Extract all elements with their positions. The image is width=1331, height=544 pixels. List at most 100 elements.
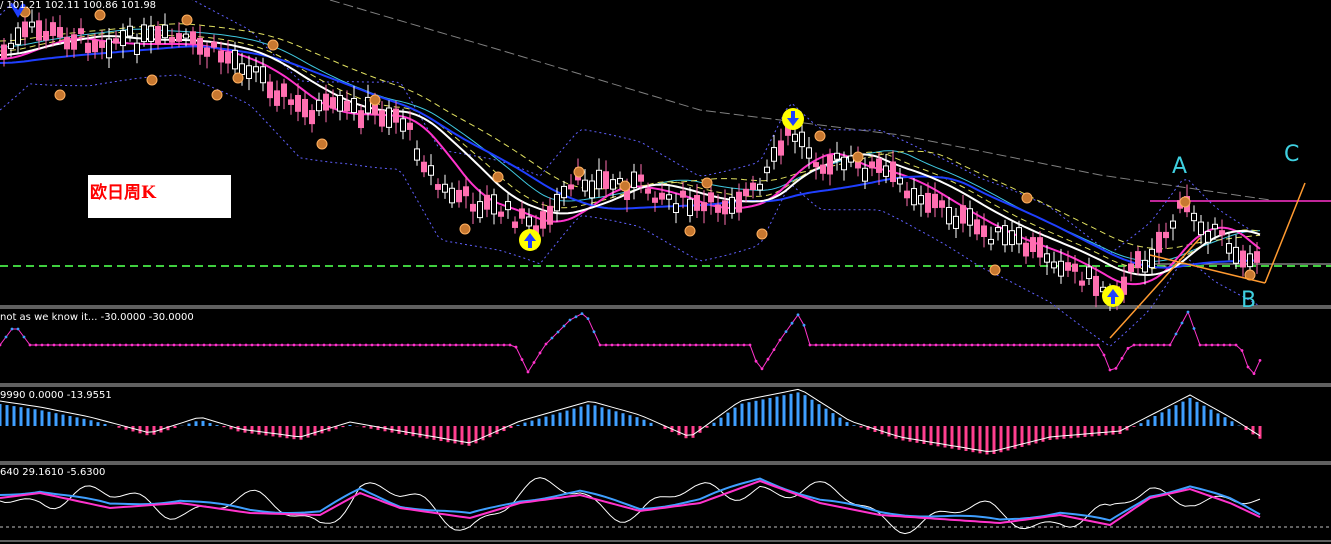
candle-body [379, 110, 385, 127]
orange-fractal-marker-icon [756, 228, 768, 240]
indicator1-dot [424, 343, 428, 347]
candle-body [99, 40, 105, 48]
candle-body [715, 204, 721, 213]
candle-body [1191, 212, 1197, 222]
indicator1-dot [712, 343, 716, 347]
indicator1-dot [580, 312, 584, 315]
indicator1-dot [382, 343, 386, 347]
candle-body [253, 66, 259, 73]
indicator1-dot [10, 327, 14, 331]
candle-body [680, 190, 686, 198]
indicator1-dot [460, 343, 464, 347]
orange-fractal-marker-icon [1179, 196, 1191, 208]
indicator1-dot [478, 343, 482, 347]
indicator1-dot [874, 343, 878, 347]
indicator1-dot [598, 343, 602, 347]
indicator1-dot [760, 367, 764, 371]
indicator1-dot [802, 323, 806, 327]
indicator1-dot [196, 343, 200, 347]
candle-body [1002, 225, 1008, 246]
indicator1-dot [766, 357, 770, 361]
indicator1-dot [550, 336, 554, 340]
candle-body [701, 202, 707, 212]
indicator1-dot [1246, 365, 1250, 369]
candle-body [512, 221, 518, 228]
candle-body [106, 38, 112, 59]
indicator1-dot [52, 343, 56, 347]
orange-fractal-marker-icon [852, 151, 864, 163]
candle-body [393, 108, 399, 123]
indicator2-label: 9990 0.0000 -13.9551 [0, 390, 112, 401]
indicator1-dot [658, 343, 662, 347]
indicator1-dot [976, 343, 980, 347]
candle-body [1219, 230, 1225, 236]
candle-body [582, 179, 588, 192]
indicator1-dot [268, 343, 272, 347]
candle-body [1058, 260, 1064, 277]
candle-body [666, 194, 672, 200]
indicator1-dot [1234, 343, 1238, 347]
indicator1-dot [322, 343, 326, 347]
indicator1-dot [928, 343, 932, 347]
indicator1-dot [832, 343, 836, 347]
indicator1-dot [1120, 356, 1124, 360]
indicator1-dot [1048, 343, 1052, 347]
indicator1-dot [808, 343, 812, 347]
indicator1-dot [790, 321, 794, 325]
candle-body [302, 98, 308, 118]
indicator1-dot [616, 343, 620, 347]
candle-body [547, 205, 553, 225]
indicator1-dot [160, 343, 164, 347]
orange-fractal-marker-icon [701, 177, 713, 189]
indicator1-dot [94, 343, 98, 347]
candle-body [1093, 275, 1099, 296]
candle-body [372, 104, 378, 115]
candle-body [211, 41, 217, 48]
candle-body [316, 99, 322, 112]
indicator1-dot [286, 343, 290, 347]
candle-body [652, 197, 658, 203]
indicator1-dot [610, 343, 614, 347]
candle-body [876, 158, 882, 173]
indicator1-dot [952, 343, 956, 347]
candle-body [1205, 230, 1211, 243]
indicator1-dot [748, 343, 752, 347]
chart-window[interactable]: / 101.21 102.11 100.86 101.98 欧日周K A B C… [0, 0, 1331, 544]
candle-body [911, 188, 917, 206]
indicator1-dot [1240, 349, 1244, 352]
orange-fractal-marker-icon [619, 180, 631, 192]
candle-body [449, 187, 455, 204]
candle-body [981, 225, 987, 238]
candle-body [1016, 227, 1022, 245]
indicator1-dot [436, 343, 440, 347]
orange-fractal-marker-icon [1021, 192, 1033, 204]
candle-body [554, 193, 560, 212]
indicator1-dot [634, 343, 638, 347]
candle-body [155, 25, 161, 45]
candle-body [1142, 259, 1148, 273]
indicator1-dot [124, 343, 128, 347]
indicator1-dot [1132, 343, 1136, 347]
indicator1-dot [916, 343, 920, 347]
wave-label-c: C [1284, 142, 1300, 167]
indicator1-dot [934, 343, 938, 347]
candle-body [596, 169, 602, 190]
indicator1-dot [418, 343, 422, 347]
indicator1-dot [910, 343, 914, 347]
indicator1-dot [1144, 343, 1148, 347]
indicator1-dot [1126, 346, 1130, 350]
indicator1-dot [22, 335, 26, 339]
indicator1-dot [562, 324, 566, 328]
indicator1-dot [736, 343, 740, 347]
indicator1-dot [796, 313, 800, 317]
candle-body [932, 193, 938, 209]
indicator1-dot [586, 317, 590, 320]
candle-body [267, 81, 273, 99]
candle-body [827, 154, 833, 175]
candle-body [869, 161, 875, 169]
candle-body [162, 24, 168, 39]
chart-canvas[interactable] [0, 0, 1331, 544]
indicator1-dot [814, 343, 818, 347]
candle-body [645, 188, 651, 194]
indicator1-dot [1042, 343, 1046, 347]
